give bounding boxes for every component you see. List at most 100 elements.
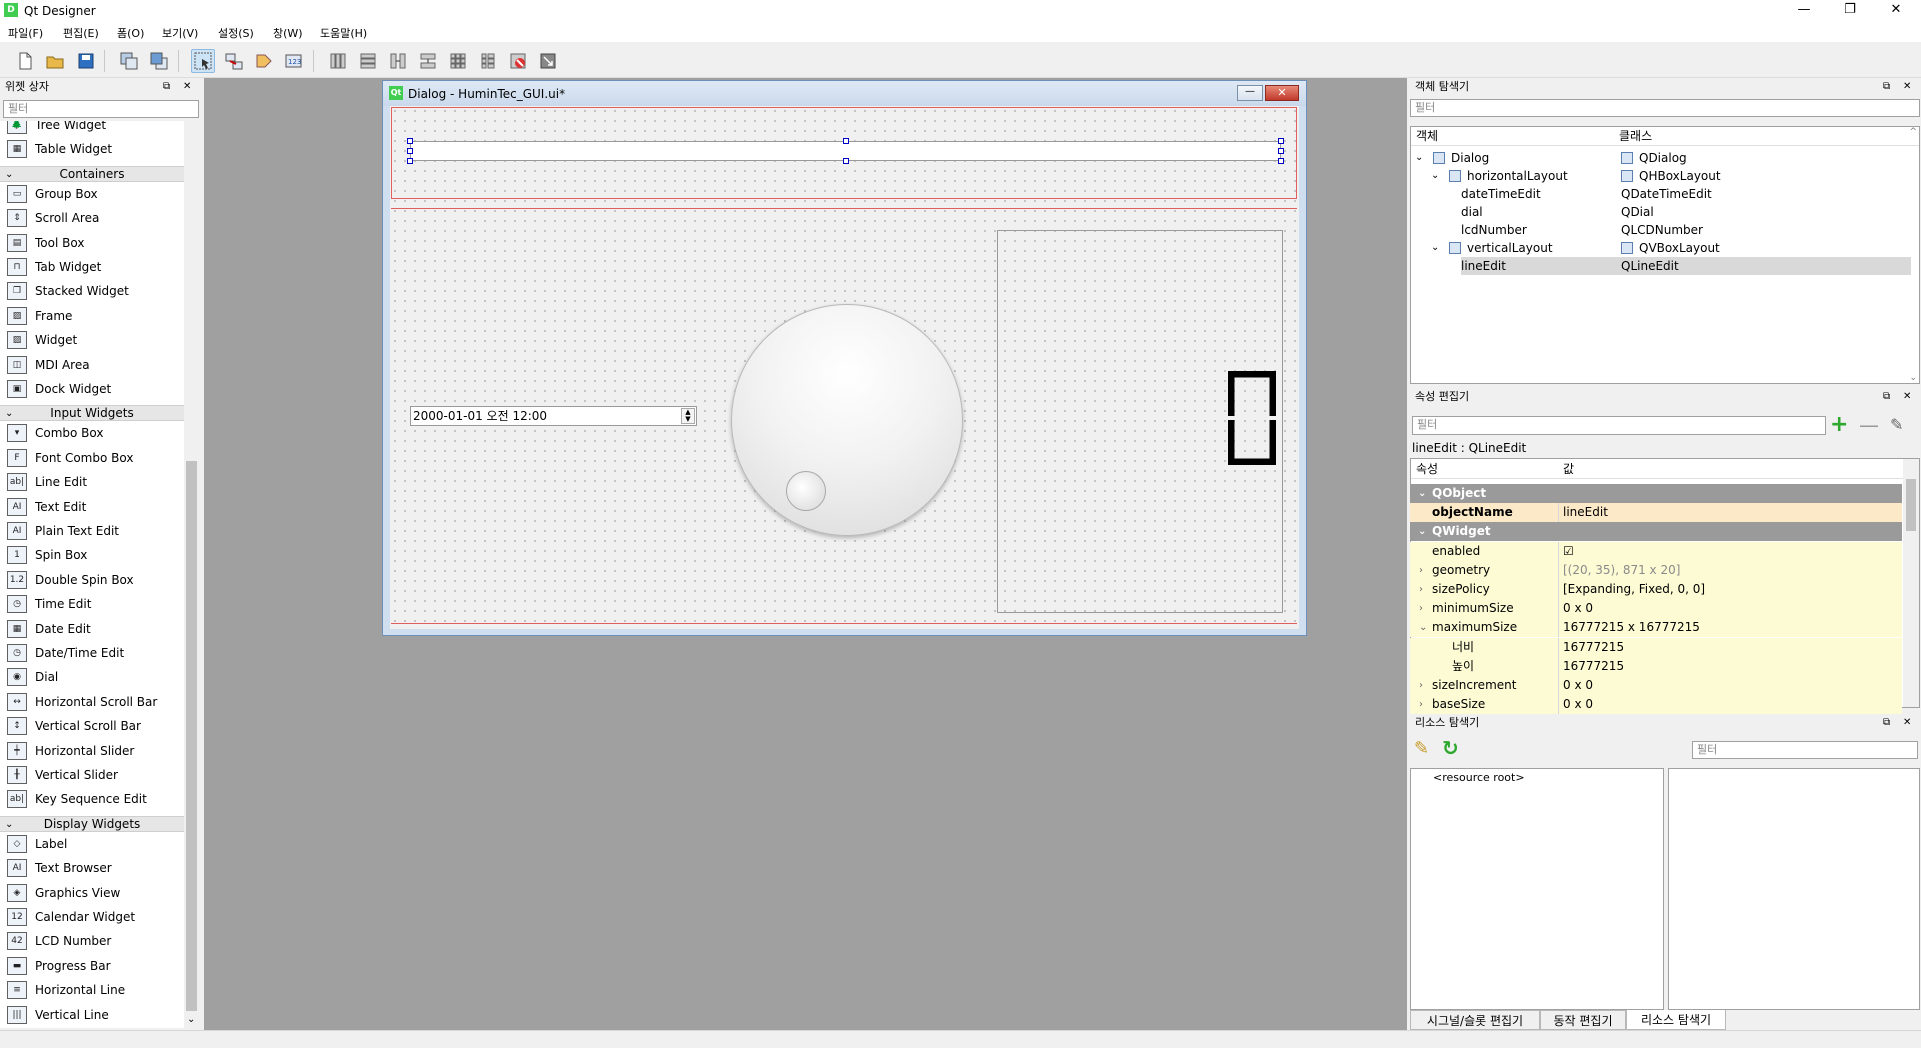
float-icon[interactable]: ⧉ (1883, 715, 1890, 731)
property-value[interactable]: 0 x 0 (1563, 599, 1593, 618)
menu-edit[interactable]: 편집(E) (63, 25, 99, 41)
property-value[interactable]: 16777215 (1563, 657, 1624, 676)
widget-box-item[interactable]: ≡ Horizontal Line (0, 978, 184, 1002)
property-row[interactable]: ⌄ maximumSize 16777215 x 16777215 (1410, 618, 1902, 638)
widget-box-item[interactable]: 🌲 Tree Widget (0, 121, 184, 137)
widget-box-item[interactable]: 1 Spin Box (0, 543, 184, 567)
widget-box-item[interactable]: ab| Line Edit (0, 470, 184, 494)
object-tree-row[interactable]: dateTimeEdit QDateTimeEdit (1411, 185, 1911, 203)
minimize-button[interactable]: — (1781, 0, 1827, 22)
widget-box-item[interactable]: ↔ Horizontal Scroll Bar (0, 690, 184, 714)
property-filter[interactable]: 필터 (1412, 416, 1826, 435)
object-tree-row[interactable]: dial QDial (1411, 203, 1911, 221)
form-minimize-button[interactable]: — (1237, 85, 1263, 101)
chevron-right-icon[interactable]: › (1419, 695, 1423, 714)
scroll-down-icon[interactable]: ⌄ (187, 1014, 195, 1025)
chevron-right-icon[interactable]: › (1419, 676, 1423, 695)
property-row[interactable]: › baseSize 0 x 0 (1410, 695, 1902, 715)
widget-box-item[interactable]: ||| Vertical Line (0, 1003, 184, 1027)
edit-buddies-icon[interactable] (252, 49, 276, 73)
layout-form-icon[interactable] (476, 49, 500, 73)
widget-box-item[interactable]: AI Text Browser (0, 856, 184, 880)
menu-view[interactable]: 보기(V) (162, 25, 198, 41)
form-canvas[interactable]: 2000-01-01 오전 12:00 ▲ ▼ (390, 106, 1299, 629)
chevron-right-icon[interactable]: › (1419, 561, 1423, 580)
widget-box-filter[interactable]: 필터 (3, 100, 199, 118)
close-icon[interactable]: ✕ (1903, 715, 1911, 731)
widget-box-item[interactable]: ▨OpenGL Widget (0, 1027, 184, 1028)
widget-category[interactable]: ⌄ Display Widgets (0, 815, 184, 832)
float-icon[interactable]: ⧉ (163, 79, 170, 95)
widget-box-item[interactable]: ⊓ Tab Widget (0, 255, 184, 279)
widget-box-item[interactable]: ┿ Horizontal Slider (0, 739, 184, 763)
chevron-down-icon[interactable]: ⌄ (1431, 167, 1439, 185)
widget-box-item[interactable]: AI Plain Text Edit (0, 519, 184, 543)
object-tree-row[interactable]: lcdNumber QLCDNumber (1411, 221, 1911, 239)
widget-box-item[interactable]: ▤ Tool Box (0, 231, 184, 255)
widget-box-item[interactable]: 12 Calendar Widget (0, 905, 184, 929)
property-value[interactable]: [Expanding, Fixed, 0, 0] (1563, 580, 1705, 599)
widget-box-item[interactable]: ⇕ Scroll Area (0, 206, 184, 230)
widget-box-item[interactable]: ▬ Progress Bar (0, 954, 184, 978)
spin-arrows-icon[interactable]: ▲ ▼ (681, 408, 695, 424)
widget-box-item[interactable]: 1.2 Double Spin Box (0, 568, 184, 592)
widget-box-item[interactable]: ◉ Dial (0, 665, 184, 689)
restore-button[interactable]: ❐ (1827, 0, 1873, 22)
property-value[interactable]: lineEdit (1563, 503, 1608, 522)
chevron-down-icon[interactable]: ⌄ (1419, 618, 1427, 637)
form-window[interactable]: Qt Dialog - HuminTec_GUI.ui* — ✕ 2000-01… (382, 80, 1307, 636)
widget-box-item[interactable]: ◫ MDI Area (0, 353, 184, 377)
resource-root[interactable]: <resource root> (1433, 771, 1525, 784)
resize-handle[interactable] (843, 138, 849, 144)
chevron-down-icon[interactable]: ⌄ (1418, 522, 1426, 541)
chevron-down-icon[interactable]: ⌄ (1418, 484, 1426, 503)
scroll-up-icon[interactable]: ^ (1909, 127, 1917, 137)
menu-form[interactable]: 폼(O) (117, 25, 144, 41)
edit-widgets-icon[interactable] (191, 49, 215, 73)
widget-box-scrollbar[interactable]: ⌄ (184, 121, 199, 1028)
configure-icon[interactable]: ✎ (1890, 414, 1903, 436)
widget-box-item[interactable]: ▦ Table Widget (0, 137, 184, 161)
menu-window[interactable]: 창(W) (273, 25, 303, 41)
chevron-down-icon[interactable]: ⌄ (1431, 239, 1439, 257)
layout-h-splitter-icon[interactable] (386, 49, 410, 73)
menu-file[interactable]: 파일(F) (8, 25, 43, 41)
bring-to-front-icon[interactable] (147, 49, 171, 73)
tab-action-editor[interactable]: 동작 편집기 (1540, 1010, 1626, 1030)
close-icon[interactable]: ✕ (183, 79, 191, 95)
object-filter[interactable]: 필터 (1410, 99, 1920, 117)
menu-settings[interactable]: 설정(S) (218, 25, 254, 41)
widget-box-item[interactable]: ❐ Stacked Widget (0, 279, 184, 303)
property-row[interactable]: enabled ☑ (1410, 541, 1902, 561)
object-tree-row[interactable]: ⌄ horizontalLayout QHBoxLayout (1411, 167, 1911, 185)
widget-category[interactable]: ⌄ Input Widgets (0, 405, 184, 422)
widget-box-item[interactable]: ▦ Date Edit (0, 617, 184, 641)
resource-filter[interactable]: 필터 (1692, 741, 1918, 759)
property-row[interactable]: › sizePolicy [Expanding, Fixed, 0, 0] (1410, 580, 1902, 599)
scrollbar-thumb[interactable] (186, 461, 197, 1011)
property-value[interactable]: 16777215 (1563, 638, 1624, 657)
resize-handle[interactable] (1278, 138, 1284, 144)
widget-box-item[interactable]: 42 LCD Number (0, 929, 184, 953)
tab-resource-browser[interactable]: 리소스 탐색기 (1626, 1010, 1726, 1030)
resize-handle[interactable] (843, 158, 849, 164)
edit-resources-icon[interactable]: ✎ (1414, 738, 1429, 759)
save-icon[interactable] (74, 49, 98, 73)
property-row[interactable]: › sizeIncrement 0 x 0 (1410, 676, 1902, 695)
property-row[interactable]: › minimumSize 0 x 0 (1410, 599, 1902, 619)
resize-handle[interactable] (407, 138, 413, 144)
widget-box-item[interactable]: F Font Combo Box (0, 446, 184, 470)
reload-icon[interactable]: ↻ (1442, 736, 1459, 760)
property-value[interactable]: 0 x 0 (1563, 695, 1593, 714)
lcd-number[interactable] (997, 230, 1283, 613)
layout-grid-icon[interactable] (446, 49, 470, 73)
resize-handle[interactable] (407, 148, 413, 154)
menu-help[interactable]: 도움말(H) (320, 25, 367, 41)
object-tree-row[interactable]: lineEdit QLineEdit (1411, 257, 1911, 275)
new-file-icon[interactable] (13, 49, 37, 73)
property-group[interactable]: ⌄ QWidget (1410, 522, 1902, 542)
form-close-button[interactable]: ✕ (1265, 85, 1299, 101)
close-button[interactable]: ✕ (1873, 0, 1919, 22)
send-to-back-icon[interactable] (117, 49, 141, 73)
widget-box-item[interactable]: ◇ Label (0, 832, 184, 856)
